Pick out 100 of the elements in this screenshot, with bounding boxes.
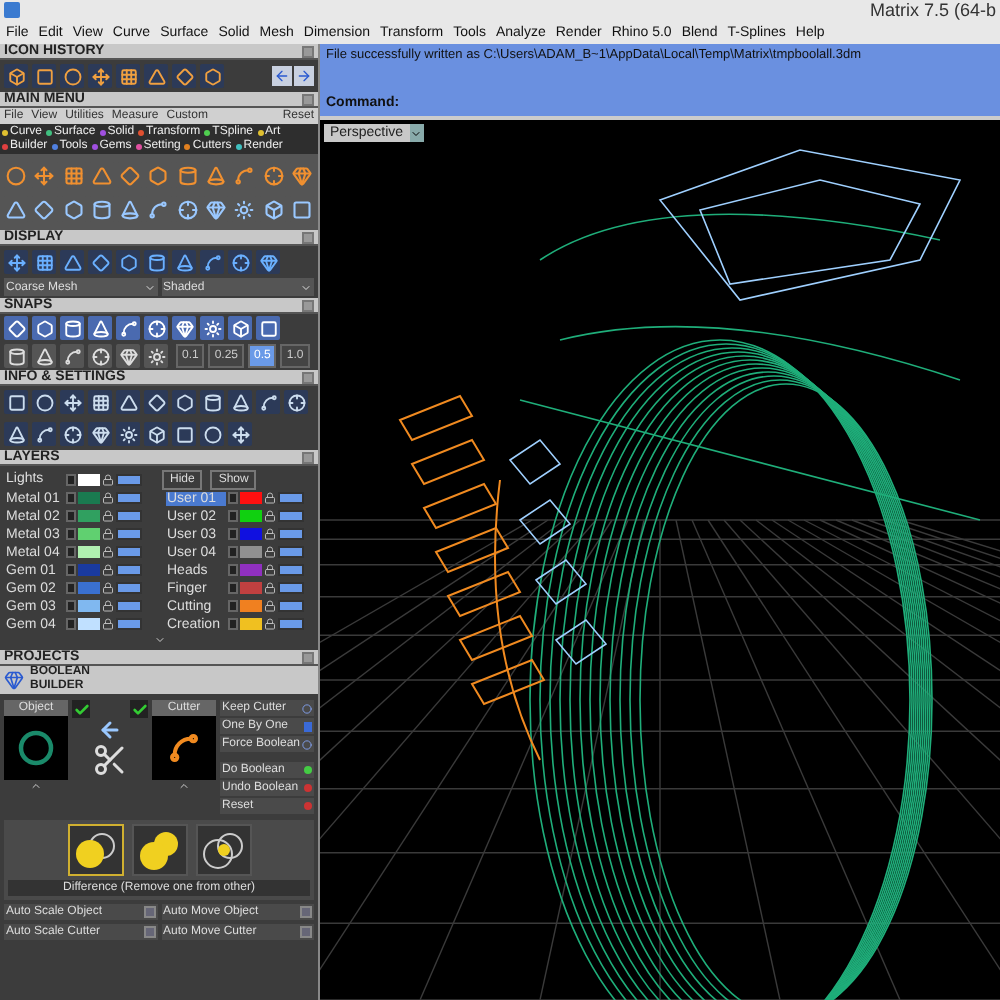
lock-icon[interactable] bbox=[263, 492, 275, 504]
lock-icon[interactable] bbox=[102, 546, 114, 558]
color-swatch[interactable] bbox=[78, 510, 100, 522]
close-icon[interactable] bbox=[302, 93, 314, 105]
curve-icon[interactable] bbox=[116, 316, 140, 340]
visibility-toggle[interactable] bbox=[277, 600, 303, 612]
visibility-toggle[interactable] bbox=[277, 510, 303, 522]
grid-icon[interactable] bbox=[116, 64, 140, 88]
curve-icon[interactable] bbox=[256, 390, 280, 414]
move-icon[interactable] bbox=[4, 250, 28, 274]
cone-icon[interactable] bbox=[4, 422, 28, 446]
close-icon[interactable] bbox=[302, 451, 314, 463]
circle-icon[interactable] bbox=[32, 390, 56, 414]
visibility-toggle[interactable] bbox=[277, 492, 303, 504]
operation-button[interactable] bbox=[67, 824, 123, 876]
close-icon[interactable] bbox=[302, 371, 314, 383]
lock-icon[interactable] bbox=[102, 473, 114, 485]
forward-button[interactable] bbox=[294, 66, 314, 86]
close-icon[interactable] bbox=[302, 231, 314, 243]
square-icon[interactable] bbox=[172, 422, 196, 446]
color-swatch[interactable] bbox=[239, 492, 261, 504]
square-icon[interactable] bbox=[32, 64, 56, 88]
curve-icon[interactable] bbox=[60, 344, 84, 368]
color-swatch[interactable] bbox=[239, 618, 261, 630]
object-checkbox[interactable] bbox=[72, 700, 90, 718]
diamond-icon[interactable] bbox=[88, 250, 112, 274]
visibility-toggle[interactable] bbox=[277, 582, 303, 594]
close-icon[interactable] bbox=[302, 651, 314, 663]
move-icon[interactable] bbox=[60, 390, 84, 414]
curve-icon[interactable] bbox=[32, 422, 56, 446]
sun-icon[interactable] bbox=[200, 316, 224, 340]
hexagon-icon[interactable] bbox=[32, 316, 56, 340]
gem-icon[interactable] bbox=[116, 344, 140, 368]
lock-icon[interactable] bbox=[102, 600, 114, 612]
operation-button[interactable] bbox=[195, 824, 251, 876]
lock-icon[interactable] bbox=[102, 510, 114, 522]
cylinder-icon[interactable] bbox=[144, 250, 168, 274]
lock-icon[interactable] bbox=[263, 600, 275, 612]
crosshair-icon[interactable] bbox=[60, 422, 84, 446]
color-swatch[interactable] bbox=[239, 510, 261, 522]
expand-icon[interactable] bbox=[153, 634, 165, 646]
gem-icon[interactable] bbox=[256, 250, 280, 274]
close-icon[interactable] bbox=[302, 299, 314, 311]
triangle-icon[interactable] bbox=[60, 250, 84, 274]
grid-icon[interactable] bbox=[32, 250, 56, 274]
visibility-toggle[interactable] bbox=[277, 618, 303, 630]
lock-icon[interactable] bbox=[263, 582, 275, 594]
hexagon-icon[interactable] bbox=[200, 64, 224, 88]
cone-icon[interactable] bbox=[32, 344, 56, 368]
up-icon[interactable] bbox=[178, 780, 190, 792]
circle-icon[interactable] bbox=[60, 64, 84, 88]
gem-icon[interactable] bbox=[88, 422, 112, 446]
color-swatch[interactable] bbox=[78, 582, 100, 594]
box-icon[interactable] bbox=[228, 316, 252, 340]
lock-icon[interactable] bbox=[263, 528, 275, 540]
object-preview[interactable] bbox=[4, 716, 68, 780]
grid-icon[interactable] bbox=[88, 390, 112, 414]
triangle-icon[interactable] bbox=[116, 390, 140, 414]
cylinder-icon[interactable] bbox=[200, 390, 224, 414]
color-swatch[interactable] bbox=[78, 546, 100, 558]
visibility-toggle[interactable] bbox=[116, 492, 142, 504]
visibility-toggle[interactable] bbox=[116, 564, 142, 576]
lock-icon[interactable] bbox=[102, 492, 114, 504]
lock-icon[interactable] bbox=[102, 528, 114, 540]
up-icon[interactable] bbox=[30, 780, 42, 792]
visibility-toggle[interactable] bbox=[116, 546, 142, 558]
cutter-checkbox[interactable] bbox=[130, 700, 148, 718]
box-icon[interactable] bbox=[144, 422, 168, 446]
square-icon[interactable] bbox=[4, 390, 28, 414]
cutter-preview[interactable] bbox=[152, 716, 216, 780]
lock-icon[interactable] bbox=[263, 618, 275, 630]
visibility-toggle[interactable] bbox=[277, 564, 303, 576]
move-icon[interactable] bbox=[88, 64, 112, 88]
lock-icon[interactable] bbox=[102, 564, 114, 576]
visibility-toggle[interactable] bbox=[116, 582, 142, 594]
color-swatch[interactable] bbox=[78, 600, 100, 612]
color-swatch[interactable] bbox=[239, 528, 261, 540]
color-swatch[interactable] bbox=[239, 546, 261, 558]
sun-icon[interactable] bbox=[144, 344, 168, 368]
sun-icon[interactable] bbox=[116, 422, 140, 446]
visibility-toggle[interactable] bbox=[116, 510, 142, 522]
cylinder-icon[interactable] bbox=[60, 316, 84, 340]
color-swatch[interactable] bbox=[78, 564, 100, 576]
close-icon[interactable] bbox=[302, 45, 314, 57]
box-icon[interactable] bbox=[4, 64, 28, 88]
color-swatch[interactable] bbox=[78, 618, 100, 630]
cylinder-icon[interactable] bbox=[4, 344, 28, 368]
diamond-icon[interactable] bbox=[172, 64, 196, 88]
color-swatch[interactable] bbox=[239, 582, 261, 594]
circle-icon[interactable] bbox=[200, 422, 224, 446]
lock-icon[interactable] bbox=[263, 546, 275, 558]
hexagon-icon[interactable] bbox=[61, 196, 86, 222]
color-swatch[interactable] bbox=[78, 473, 100, 485]
visibility-toggle[interactable] bbox=[277, 528, 303, 540]
cone-icon[interactable] bbox=[228, 390, 252, 414]
crosshair-icon[interactable] bbox=[228, 250, 252, 274]
visibility-toggle[interactable] bbox=[277, 546, 303, 558]
lock-icon[interactable] bbox=[102, 618, 114, 630]
crosshair-icon[interactable] bbox=[284, 390, 308, 414]
color-swatch[interactable] bbox=[239, 600, 261, 612]
